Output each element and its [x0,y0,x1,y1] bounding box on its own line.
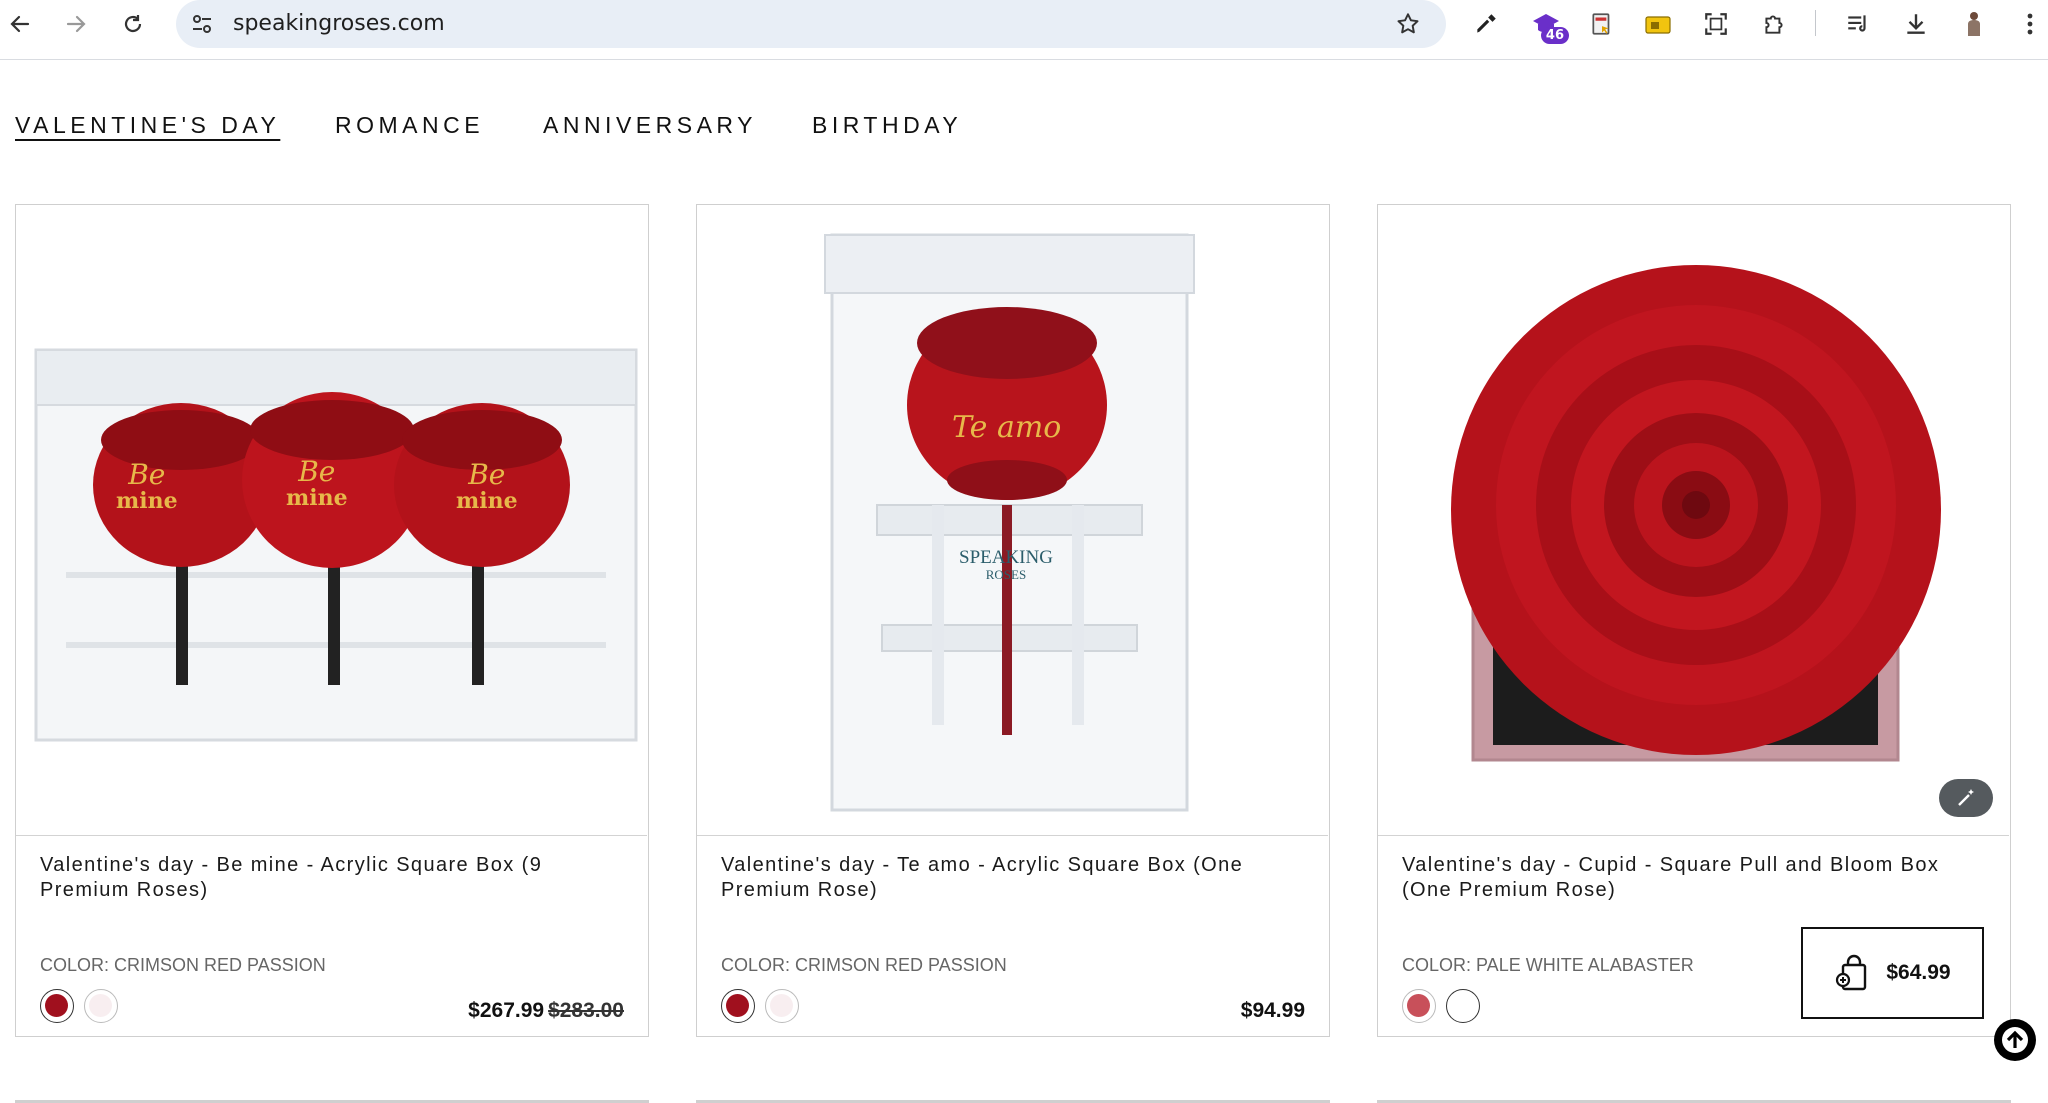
download-icon[interactable] [1898,6,1934,42]
current-price: $267.99 [468,999,545,1022]
extension-page-icon[interactable] [1584,6,1620,42]
engraving-text: Te amo [952,410,1062,445]
product-color-label: COLOR: CRIMSON RED PASSION [40,955,326,975]
extensions-puzzle-icon[interactable] [1756,6,1792,42]
brand-watermark: SPEAKING ROSES [959,547,1053,582]
category-birthday[interactable]: BIRTHDAY [812,112,962,139]
extension-badge: 46 [1540,27,1569,44]
extension-graduation-icon[interactable]: 46 [1528,6,1569,44]
screenshot-icon[interactable] [1698,6,1734,42]
shopping-bag-icon [1836,954,1867,991]
swatch-crimson-red[interactable] [721,989,755,1023]
browser-toolbar: speakingroses.com 46 [0,0,2048,60]
forward-arrow-icon[interactable] [58,6,94,42]
extension-folder-icon[interactable] [1640,6,1676,42]
eyedropper-icon[interactable] [1468,6,1504,42]
swatch-pale-white[interactable] [84,989,118,1023]
category-valentines-day[interactable]: VALENTINE'S DAY [15,112,280,139]
scroll-to-top-button[interactable] [1994,1019,2036,1061]
address-bar[interactable]: speakingroses.com [176,0,1446,48]
swatch-rose-red[interactable] [1402,989,1436,1023]
engraving-text: Be mine [456,458,518,514]
swatch-pale-white[interactable] [765,989,799,1023]
current-price: $64.99 [1886,961,1951,984]
back-arrow-icon[interactable] [2,6,38,42]
product-color-label: COLOR: PALE WHITE ALABASTER [1402,955,1694,975]
engraving-text: Be mine [116,458,178,514]
product-title[interactable]: Valentine's day - Be mine - Acrylic Squa… [40,853,600,903]
product-image[interactable]: Be mine Be mine Be mine [16,205,647,836]
swatch-pale-white[interactable] [1446,989,1480,1023]
product-price: $267.99 $283.00 [468,999,624,1023]
product-card[interactable]: Be mine Be mine Be mine Valentine's day - B… [15,204,649,1037]
category-romance[interactable]: ROMANCE [335,112,484,139]
media-control-icon[interactable] [1840,6,1876,42]
product-price: $94.99 [1241,999,1305,1023]
swatch-crimson-red[interactable] [40,989,74,1023]
engraving-text: Be mine [286,455,348,511]
magic-wand-icon [1958,789,1974,806]
product-title[interactable]: Valentine's day - Te amo - Acrylic Squar… [721,853,1281,903]
category-anniversary[interactable]: ANNIVERSARY [543,112,757,139]
product-color-label: COLOR: CRIMSON RED PASSION [721,955,1007,975]
site-info-icon[interactable] [184,6,220,42]
current-price: $94.99 [1240,999,1305,1022]
menu-kebab-icon[interactable] [2012,6,2048,42]
original-price: $283.00 [548,999,624,1022]
product-title[interactable]: Valentine's day - Cupid - Square Pull an… [1402,853,1962,903]
bookmark-star-icon[interactable] [1390,6,1426,42]
arrow-up-icon [2002,1027,2028,1053]
profile-avatar-icon[interactable] [1956,6,1992,42]
magic-wand-button[interactable] [1939,779,1993,817]
product-card[interactable]: Te amo SPEAKING ROSES Valentine's day - T… [696,204,1330,1037]
url-text[interactable]: speakingroses.com [233,11,445,36]
toolbar-separator [1815,10,1816,36]
product-image[interactable]: Te amo SPEAKING ROSES [697,205,1328,836]
product-card[interactable]: Valentine's day - Cupid - Square Pull an… [1377,204,2011,1037]
reload-icon[interactable] [115,6,151,42]
add-to-cart-button[interactable]: $64.99 [1801,927,1984,1019]
product-image[interactable] [1378,205,2009,836]
